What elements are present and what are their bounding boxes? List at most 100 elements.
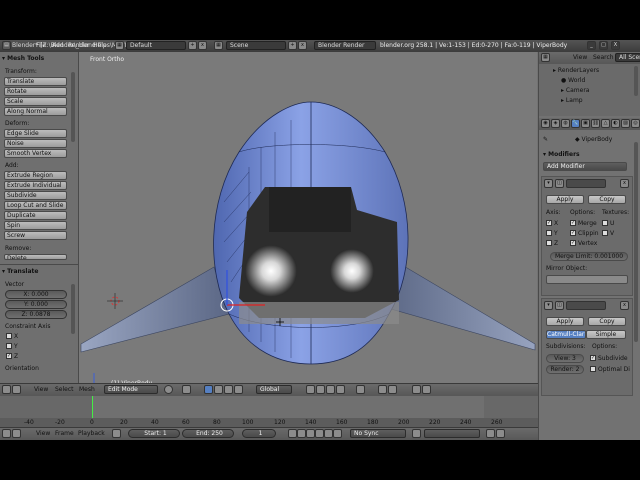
extrude-individual-button[interactable]: Extrude Individual [4, 181, 67, 190]
scene-browse-icon[interactable]: ▦ [214, 41, 223, 50]
view3d-type-icon[interactable] [2, 385, 11, 394]
render-engine-select[interactable]: Blender Render [314, 41, 376, 50]
properties-scrollbar[interactable] [634, 142, 638, 342]
timeline-menu-view[interactable]: View [36, 430, 50, 438]
delete-button[interactable]: Delete [4, 254, 67, 260]
pin-icon[interactable]: ✎ [543, 136, 548, 143]
extrude-region-button[interactable]: Extrude Region [4, 171, 67, 180]
layout-add-icon[interactable]: + [188, 41, 197, 50]
edge-select-icon[interactable] [316, 385, 325, 394]
delete-keyframe-icon[interactable] [496, 429, 505, 438]
mirror-object-field[interactable] [546, 275, 628, 284]
layout-remove-icon[interactable]: x [198, 41, 207, 50]
mesh-tools-header[interactable]: ▾ Mesh Tools [2, 55, 44, 62]
modifier-tab-icon[interactable]: 🔧 [571, 119, 580, 128]
end-frame-field[interactable]: End: 250 [182, 429, 234, 438]
vertex-select-icon[interactable] [306, 385, 315, 394]
screw-button[interactable]: Screw [4, 231, 67, 240]
manipulator-toggle-icon[interactable] [204, 385, 213, 394]
3d-viewport[interactable]: Front Ortho (1) ViperBody [79, 52, 537, 388]
view3d-menu-select[interactable]: Select [55, 386, 74, 394]
outliner-item-world[interactable]: ● World [561, 77, 585, 84]
scale-manip-icon[interactable] [234, 385, 243, 394]
render-animation-icon[interactable] [422, 385, 431, 394]
merge-limit-field[interactable]: Merge Limit: 0.001000 [550, 252, 628, 261]
constraint-x-checkbox[interactable] [6, 333, 12, 339]
texture-v-checkbox[interactable] [602, 230, 608, 236]
rotate-manip-icon[interactable] [224, 385, 233, 394]
subsurf-apply-button[interactable]: Apply [546, 317, 584, 326]
noise-button[interactable]: Noise [4, 139, 67, 148]
smooth-vertex-button[interactable]: Smooth Vertex [4, 149, 67, 158]
next-keyframe-icon[interactable] [324, 429, 333, 438]
mirror-collapse-icon[interactable]: ▾ [544, 179, 553, 188]
loop-cut-button[interactable]: Loop Cut and Slide [4, 201, 67, 210]
mirror-axis-z-checkbox[interactable] [546, 240, 552, 246]
close-button[interactable]: X [611, 41, 620, 50]
vector-y-field[interactable]: Y: 0.000 [5, 300, 67, 309]
modifiers-panel-header[interactable]: ▾ Modifiers [543, 151, 580, 158]
scale-button[interactable]: Scale [4, 97, 67, 106]
scene-add-icon[interactable]: + [288, 41, 297, 50]
viewport-canvas[interactable] [79, 52, 537, 388]
texture-tab-icon[interactable]: ▨ [621, 119, 630, 128]
outliner-menu-search[interactable]: Search [593, 54, 614, 61]
mode-select[interactable]: Edit Mode [104, 385, 158, 394]
duplicate-button[interactable]: Duplicate [4, 211, 67, 220]
physics-tab-icon[interactable]: ◎ [631, 119, 640, 128]
world-tab-icon[interactable]: ◍ [561, 119, 570, 128]
play-reverse-icon[interactable] [306, 429, 315, 438]
minimize-button[interactable]: _ [587, 41, 596, 50]
catmull-clark-button[interactable]: Catmull-Clark [546, 330, 586, 339]
mirror-name-field[interactable] [566, 179, 606, 188]
subsurf-close-icon[interactable]: x [620, 301, 629, 310]
translate-manip-icon[interactable] [214, 385, 223, 394]
simple-button[interactable]: Simple [586, 330, 626, 339]
constraint-y-checkbox[interactable] [6, 343, 12, 349]
timeline-collapse-icon[interactable] [12, 429, 21, 438]
material-tab-icon[interactable]: ◐ [611, 119, 620, 128]
menu-add[interactable]: Add [52, 42, 64, 49]
outliner-menu-view[interactable]: View [573, 54, 587, 61]
edge-slide-button[interactable]: Edge Slide [4, 129, 67, 138]
layout-browse-icon[interactable]: ▦ [115, 41, 124, 50]
render-levels-field[interactable]: Render: 2 [546, 365, 584, 374]
prev-keyframe-icon[interactable] [297, 429, 306, 438]
subsurf-name-field[interactable] [566, 301, 606, 310]
rotate-button[interactable]: Rotate [4, 87, 67, 96]
face-select-icon[interactable] [326, 385, 335, 394]
outliner-filter-select[interactable]: All Scenes [615, 53, 640, 62]
view-levels-field[interactable]: View: 3 [546, 354, 584, 363]
jump-start-icon[interactable] [288, 429, 297, 438]
shading-select-icon[interactable] [164, 385, 173, 394]
spin-button[interactable]: Spin [4, 221, 67, 230]
layout-field[interactable]: Default [126, 41, 186, 50]
outliner-item-camera[interactable]: ▸ Camera [561, 87, 589, 94]
outliner-type-icon[interactable]: ▦ [541, 53, 550, 62]
data-tab-icon[interactable]: △ [601, 119, 610, 128]
menu-render[interactable]: Render [68, 42, 89, 49]
mirror-axis-x-checkbox[interactable]: ✓ [546, 220, 552, 226]
object-tab-icon[interactable]: ▣ [581, 119, 590, 128]
constraint-tab-icon[interactable]: ⛓ [591, 119, 600, 128]
mirror-apply-button[interactable]: Apply [546, 195, 584, 204]
merge-checkbox[interactable]: ✓ [570, 220, 576, 226]
outliner-scrollbar[interactable] [634, 66, 638, 96]
vector-z-field[interactable]: Z: 0.0878 [5, 310, 67, 319]
render-preview-icon[interactable] [412, 385, 421, 394]
mirror-close-icon[interactable]: x [620, 179, 629, 188]
snap-toggle-icon[interactable] [378, 385, 387, 394]
pivot-select-icon[interactable] [182, 385, 191, 394]
texture-u-checkbox[interactable] [602, 220, 608, 226]
view3d-menu-mesh[interactable]: Mesh [79, 386, 95, 394]
subdivide-button[interactable]: Subdivide [4, 191, 67, 200]
start-frame-field[interactable]: Start: 1 [128, 429, 180, 438]
preview-range-icon[interactable] [112, 429, 121, 438]
along-normal-button[interactable]: Along Normal [4, 107, 67, 116]
subsurf-copy-button[interactable]: Copy [588, 317, 626, 326]
translate-button[interactable]: Translate [4, 77, 67, 86]
header-collapse-icon[interactable] [12, 385, 21, 394]
view3d-menu-view[interactable]: View [34, 386, 48, 394]
menu-help[interactable]: Help [93, 42, 107, 49]
occlude-geometry-icon[interactable] [336, 385, 345, 394]
